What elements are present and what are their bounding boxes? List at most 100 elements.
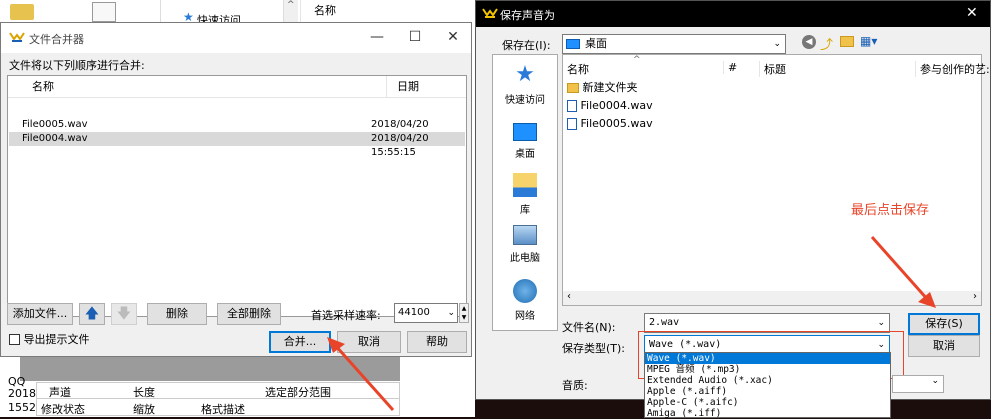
- place-this-pc[interactable]: 此电脑: [493, 225, 557, 264]
- column-header-date[interactable]: 日期: [386, 76, 466, 98]
- star-icon: ★: [515, 62, 535, 87]
- place-quick-access[interactable]: ★ 快速访问: [493, 62, 557, 107]
- document-icon: [92, 2, 116, 22]
- chevron-down-icon: ⌄: [877, 318, 885, 328]
- dropdown-option[interactable]: Extended Audio (*.xac): [645, 375, 890, 386]
- place-label: 网络: [515, 311, 535, 322]
- dropdown-option[interactable]: Amiga (*.iff): [645, 408, 890, 419]
- column-number[interactable]: #: [723, 61, 737, 74]
- horizontal-scrollbar[interactable]: ‹ ›: [563, 291, 981, 305]
- computer-icon: [513, 225, 537, 245]
- places-bar: ★ 快速访问 桌面 库 此电脑 网络: [492, 54, 558, 331]
- dropdown-option[interactable]: Apple-C (*.aifc): [645, 397, 890, 408]
- chevron-down-icon: ⌄: [931, 376, 939, 386]
- close-icon[interactable]: ✕: [435, 25, 471, 49]
- merge-dialog: 文件合并器 — ☐ ✕ 文件将以下列顺序进行合并: 名称 日期 File0005…: [0, 22, 472, 357]
- list-item[interactable]: 新建文件夹: [567, 79, 638, 97]
- column-header-name[interactable]: 名称: [8, 76, 386, 98]
- maximize-icon[interactable]: ☐: [397, 25, 433, 49]
- column-name[interactable]: 名称: [567, 61, 589, 77]
- add-file-button[interactable]: 添加文件...: [7, 303, 73, 325]
- desktop-icon: [513, 123, 537, 141]
- delete-button[interactable]: 删除: [147, 303, 207, 325]
- save-titlebar: 保存声音为 ✕: [476, 1, 990, 27]
- arrow-down-icon: 🡇: [116, 306, 132, 322]
- sample-rate-select[interactable]: 44100 ⌄: [394, 303, 458, 323]
- annotation-text: 最后点击保存: [851, 203, 930, 218]
- place-label: 此电脑: [510, 253, 540, 264]
- place-desktop[interactable]: 桌面: [493, 119, 557, 160]
- save-in-label: 保存在(I):: [502, 39, 551, 52]
- column-title[interactable]: 标题: [759, 61, 786, 77]
- chevron-down-icon: ⌄: [447, 308, 455, 318]
- file-date: 2018/04/20 15:55:15: [371, 133, 429, 158]
- move-down-button[interactable]: 🡇: [111, 303, 137, 325]
- chevron-left-icon: ‹: [567, 291, 571, 302]
- place-label: 桌面: [515, 149, 535, 160]
- filetype-dropdown-list[interactable]: Wave (*.wav) MPEG 音频 (*.mp3) Extended Au…: [644, 352, 891, 419]
- dropdown-option[interactable]: Wave (*.wav): [645, 353, 890, 364]
- folder-icon: [10, 4, 34, 20]
- list-item[interactable]: File0005.wav: [567, 115, 653, 133]
- export-hint-label: 导出提示文件: [23, 333, 90, 346]
- item-name: File0005.wav: [580, 117, 653, 130]
- cell-zoom: 缩放: [133, 403, 155, 416]
- file-name: File0005.wav: [22, 119, 88, 130]
- list-item[interactable]: File0004.wav: [567, 97, 653, 115]
- audio-file-icon: [567, 118, 577, 130]
- move-up-button[interactable]: 🡅: [79, 303, 105, 325]
- column-name-label: 名称: [32, 80, 54, 93]
- audio-file-icon: [567, 100, 577, 112]
- minimize-icon[interactable]: —: [359, 25, 395, 49]
- column-artist[interactable]: 参与创作的艺:: [915, 61, 990, 77]
- merge-file-list[interactable]: 名称 日期 File0005.wav 2018/04/20 15:55:23 F…: [7, 75, 467, 317]
- up-folder-icon[interactable]: ⤴: [820, 34, 833, 53]
- dropdown-option[interactable]: Apple (*.aiff): [645, 386, 890, 397]
- filename-label: 文件名(N):: [562, 321, 616, 334]
- view-menu-icon[interactable]: ▦▾: [860, 34, 877, 48]
- cancel-button[interactable]: 取消: [337, 331, 401, 353]
- checkbox-box[interactable]: [9, 333, 20, 345]
- list-item[interactable]: File0005.wav 2018/04/20 15:55:23: [9, 118, 465, 144]
- item-name: File0004.wav: [580, 99, 653, 112]
- chevron-right-icon: ›: [973, 291, 977, 302]
- help-button[interactable]: 帮助: [407, 331, 467, 353]
- library-icon: [513, 173, 537, 197]
- place-network[interactable]: 网络: [493, 279, 557, 322]
- place-library[interactable]: 库: [493, 173, 557, 216]
- filename-input[interactable]: 2.wav ⌄: [644, 313, 890, 333]
- column-name[interactable]: 名称: [314, 2, 336, 18]
- quality-select[interactable]: ⌄: [892, 375, 944, 393]
- save-button[interactable]: 保存(S): [908, 313, 980, 335]
- chevron-down-icon: ⌄: [773, 39, 781, 49]
- new-folder-icon[interactable]: [840, 36, 854, 47]
- cancel-button[interactable]: 取消: [908, 335, 980, 357]
- properties-table: 声道 长度 选定部分范围 修改状态 缩放 格式描述: [36, 382, 400, 416]
- network-icon: [513, 279, 537, 303]
- cell-format-desc: 格式描述: [201, 403, 245, 416]
- save-in-value: 桌面: [585, 37, 607, 50]
- dropdown-option[interactable]: MPEG 音频 (*.mp3): [645, 364, 890, 375]
- file-list[interactable]: 名称 ^ # 标题 参与创作的艺: 新建文件夹 File0004.wav Fil…: [562, 54, 990, 306]
- left-text-year: 2018: [8, 387, 36, 400]
- list-item[interactable]: File0004.wav 2018/04/20 15:55:15: [9, 132, 465, 158]
- header-channels: 声道: [49, 386, 71, 399]
- sample-rate-label: 首选采样速率:: [311, 309, 381, 322]
- sample-rate-value: 44100: [398, 307, 430, 318]
- app-logo-icon: [482, 7, 498, 22]
- delete-all-button[interactable]: 全部删除: [217, 303, 281, 325]
- sample-rate-spinner[interactable]: ▲ ▼: [459, 303, 469, 323]
- filename-value: 2.wav: [649, 317, 680, 328]
- header-selection-range: 选定部分范围: [265, 386, 331, 399]
- sort-up-icon: ^: [633, 55, 641, 65]
- header-length: 长度: [133, 386, 155, 399]
- close-icon[interactable]: ✕: [966, 5, 978, 21]
- merge-titlebar: 文件合并器 — ☐ ✕: [1, 23, 471, 53]
- chevron-up-icon: ^: [287, 0, 295, 10]
- merge-button[interactable]: 合并...: [269, 331, 331, 353]
- file-name: File0004.wav: [22, 133, 88, 144]
- export-hint-checkbox[interactable]: 导出提示文件: [9, 331, 90, 347]
- waveform-strip: [20, 357, 400, 381]
- save-in-select[interactable]: 桌面 ⌄: [562, 34, 786, 54]
- back-icon[interactable]: ◀: [802, 35, 816, 49]
